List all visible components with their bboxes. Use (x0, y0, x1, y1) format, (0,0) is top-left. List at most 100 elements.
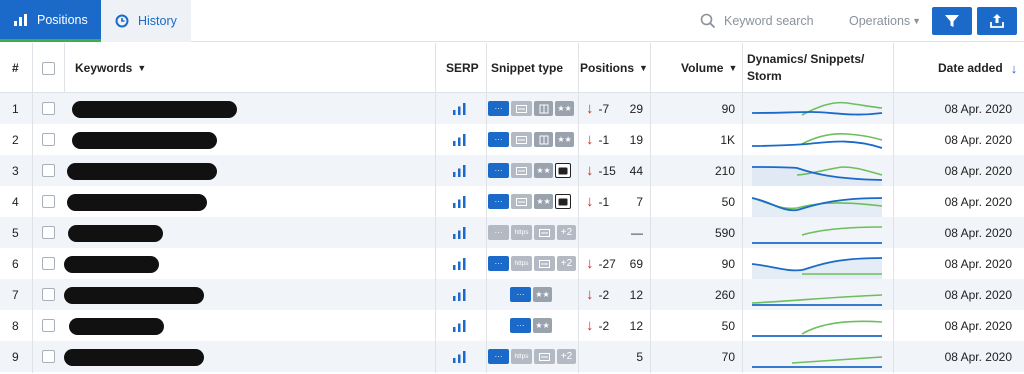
col-keywords[interactable]: Keywords ▼ (75, 43, 146, 93)
snippet-types: ··· ★★ (488, 155, 573, 186)
https-badge: https (511, 349, 532, 364)
row-checkbox-cell[interactable] (42, 279, 55, 310)
dynamics-sparkline[interactable] (752, 248, 884, 279)
dynamics-sparkline[interactable] (752, 93, 884, 124)
table-row[interactable]: 6 ··· https +2 ↓ -27 69 90 08 Apr. 2020 (0, 248, 1024, 279)
row-checkbox-cell[interactable] (42, 186, 55, 217)
row-checkbox-cell[interactable] (42, 248, 55, 279)
date-added: 08 Apr. 2020 (944, 132, 1012, 147)
dynamics-sparkline[interactable] (752, 124, 884, 155)
serp-icon[interactable] (453, 341, 466, 372)
dynamics-sparkline[interactable] (752, 310, 884, 341)
row-checkbox-cell[interactable] (42, 217, 55, 248)
row-checkbox[interactable] (42, 164, 55, 177)
select-all-checkbox-cell[interactable] (42, 43, 55, 93)
stars-icon: ★★ (555, 132, 574, 147)
redacted-keyword[interactable] (64, 349, 204, 366)
card-icon (534, 256, 555, 271)
search-input[interactable]: Keyword search (724, 14, 814, 28)
dynamics-sparkline[interactable] (752, 186, 884, 217)
position-value: 7 (636, 194, 643, 209)
volume-value: 50 (721, 318, 735, 333)
row-checkbox-cell[interactable] (42, 341, 55, 372)
tab-positions[interactable]: Positions (0, 0, 101, 42)
redacted-keyword[interactable] (67, 163, 217, 180)
position-change-value: -7 (598, 101, 610, 116)
table-row[interactable]: 8 ··· ★★ ↓ -2 12 50 08 Apr. 2020 (0, 310, 1024, 341)
table-row[interactable]: 7 ··· ★★ ↓ -2 12 260 08 Apr. 2020 (0, 279, 1024, 310)
redacted-keyword[interactable] (72, 132, 217, 149)
row-checkbox-cell[interactable] (42, 310, 55, 341)
keyword-search[interactable]: Keyword search (700, 0, 814, 42)
stars-icon: ★★ (533, 287, 552, 302)
sort-caret-icon: ▼ (639, 63, 648, 73)
dynamics-sparkline[interactable] (752, 217, 884, 248)
snippet-dots-icon: ··· (488, 132, 509, 147)
serp-icon[interactable] (453, 248, 466, 279)
row-checkbox-cell[interactable] (42, 124, 55, 155)
row-checkbox[interactable] (42, 226, 55, 239)
serp-icon[interactable] (453, 310, 466, 341)
row-number: 2 (12, 132, 19, 147)
col-volume[interactable]: Volume ▼ (681, 43, 737, 93)
sort-caret-icon: ▼ (728, 63, 738, 73)
row-checkbox-cell[interactable] (42, 93, 55, 124)
row-checkbox[interactable] (42, 195, 55, 208)
row-checkbox[interactable] (42, 102, 55, 115)
redacted-keyword[interactable] (72, 101, 237, 118)
table-row[interactable]: 3 ··· ★★ ↓ -15 44 210 08 Apr. 2020 (0, 155, 1024, 186)
row-checkbox[interactable] (42, 319, 55, 332)
divider (650, 43, 651, 373)
redacted-keyword[interactable] (64, 256, 159, 273)
table-row[interactable]: 2 ··· ★★ ↓ -1 19 1K 08 Apr. 2020 (0, 124, 1024, 155)
operations-dropdown[interactable]: Operations ▼ (849, 0, 921, 42)
row-checkbox[interactable] (42, 350, 55, 363)
date-added: 08 Apr. 2020 (944, 287, 1012, 302)
arrow-down-icon: ↓ (586, 131, 594, 148)
divider (64, 43, 65, 93)
table-row[interactable]: 1 ··· ★★ ↓ -7 29 90 08 Apr. 2020 (0, 93, 1024, 124)
serp-icon[interactable] (453, 124, 466, 155)
col-date[interactable]: Date added ↓ (938, 43, 1017, 93)
snippet-types: ··· https +2 (488, 341, 578, 372)
card-icon (511, 132, 532, 147)
redacted-keyword[interactable] (64, 287, 204, 304)
serp-icon[interactable] (453, 279, 466, 310)
position-change: ↓ -1 (586, 186, 609, 217)
col-num: # (12, 61, 19, 75)
position-change: ↓ -15 (586, 155, 616, 186)
row-checkbox[interactable] (42, 288, 55, 301)
volume-value: 1K (720, 132, 735, 147)
tab-history[interactable]: History (101, 0, 191, 42)
dynamics-sparkline[interactable] (752, 155, 884, 186)
col-dynamics: Dynamics/ Snippets/ Storm (747, 52, 865, 83)
operations-label: Operations (849, 14, 911, 28)
position-value: 5 (636, 349, 643, 364)
dynamics-sparkline[interactable] (752, 341, 884, 372)
filter-button[interactable] (932, 7, 972, 35)
serp-icon[interactable] (453, 217, 466, 248)
serp-icon[interactable] (453, 155, 466, 186)
positions-table: # Keywords ▼ SERP Snippet type Positions… (0, 43, 1024, 373)
table-row[interactable]: 5 ··· https +2 — 590 08 Apr. 2020 (0, 217, 1024, 248)
export-button[interactable] (977, 7, 1017, 35)
redacted-keyword[interactable] (69, 318, 164, 335)
table-row[interactable]: 9 ··· https +2 5 70 08 Apr. 2020 (0, 341, 1024, 372)
row-checkbox-cell[interactable] (42, 155, 55, 186)
redacted-keyword[interactable] (67, 194, 207, 211)
table-row[interactable]: 4 ··· ★★ ↓ -1 7 50 08 Apr. 2020 (0, 186, 1024, 217)
row-number: 5 (12, 225, 19, 240)
card-icon (534, 225, 555, 240)
col-serp: SERP (446, 61, 479, 75)
col-positions[interactable]: Positions ▼ (580, 43, 648, 93)
serp-icon[interactable] (453, 93, 466, 124)
row-checkbox[interactable] (42, 257, 55, 270)
clock-icon (115, 14, 129, 28)
select-all-checkbox[interactable] (42, 61, 55, 75)
redacted-keyword[interactable] (68, 225, 163, 242)
serp-icon[interactable] (453, 186, 466, 217)
divider (435, 43, 436, 373)
row-checkbox[interactable] (42, 133, 55, 146)
dynamics-sparkline[interactable] (752, 279, 884, 310)
row-number: 7 (12, 287, 19, 302)
